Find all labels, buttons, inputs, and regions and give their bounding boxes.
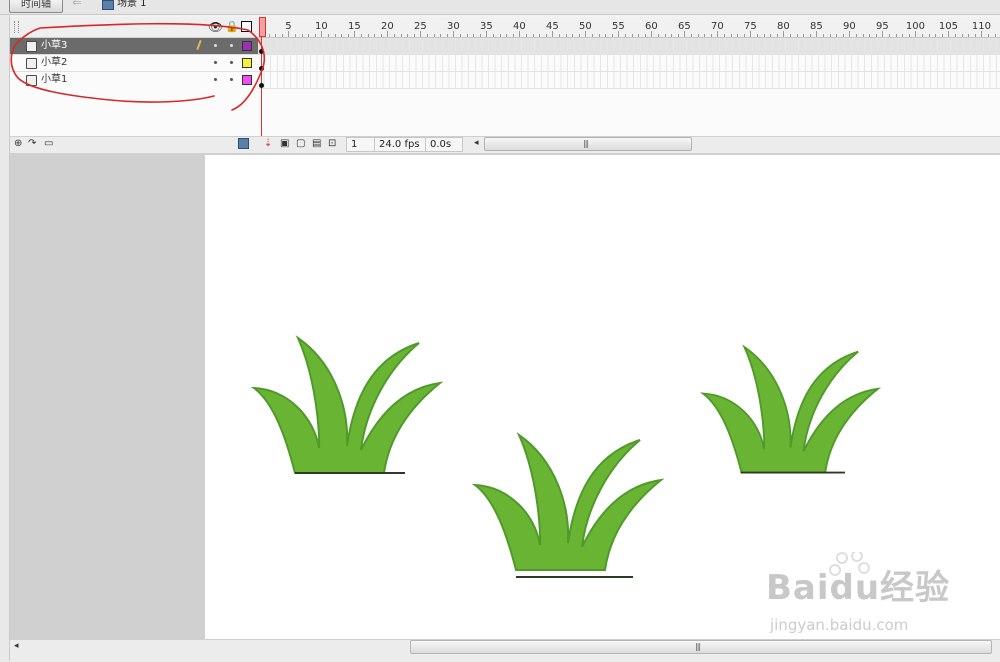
stage-horizontal-scrollbar[interactable]: ||| <box>410 640 992 654</box>
grass-clump-center[interactable] <box>474 434 662 578</box>
grass-clump-right[interactable] <box>702 346 879 474</box>
grass-clump-left[interactable] <box>253 337 441 474</box>
watermark-brand: Baidu经验 <box>766 568 951 608</box>
watermark-url: jingyan.baidu.com <box>770 616 909 634</box>
scroll-left-arrow-icon[interactable]: ◂ <box>14 641 19 651</box>
scroll-grip-icon: ||| <box>695 642 701 651</box>
